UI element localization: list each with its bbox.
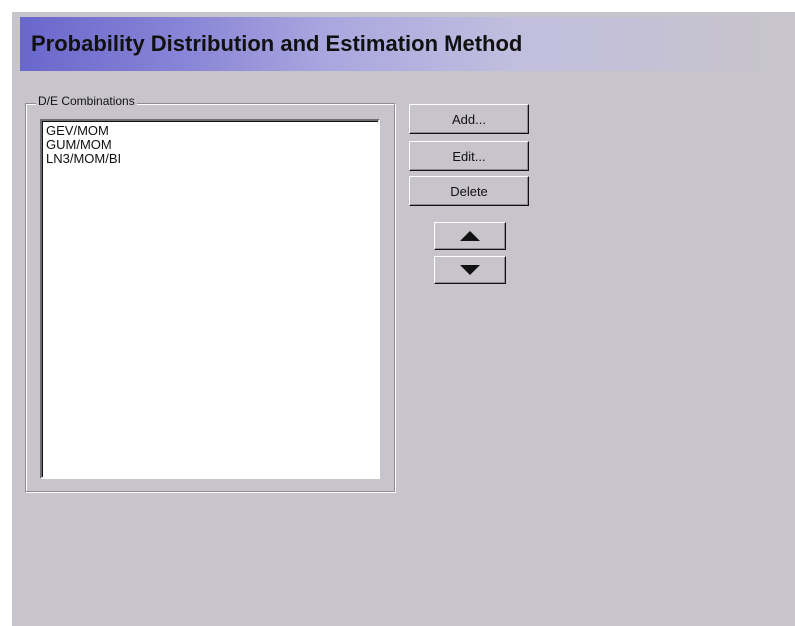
edit-button[interactable]: Edit... <box>409 141 529 171</box>
triangle-down-icon <box>460 265 480 275</box>
delete-button[interactable]: Delete <box>409 176 529 206</box>
page-title: Probability Distribution and Estimation … <box>31 31 523 56</box>
combinations-listbox[interactable]: GEV/MOM GUM/MOM LN3/MOM/BI <box>40 119 380 479</box>
list-item[interactable]: GEV/MOM <box>46 124 378 138</box>
add-button[interactable]: Add... <box>409 104 529 134</box>
triangle-up-icon <box>460 231 480 241</box>
move-down-button[interactable] <box>434 256 506 284</box>
header-banner: Probability Distribution and Estimation … <box>20 17 782 71</box>
combinations-group-label: D/E Combinations <box>36 94 137 108</box>
list-item[interactable]: GUM/MOM <box>46 138 378 152</box>
combinations-list: GEV/MOM GUM/MOM LN3/MOM/BI <box>42 121 378 166</box>
move-up-button[interactable] <box>434 222 506 250</box>
list-item[interactable]: LN3/MOM/BI <box>46 152 378 166</box>
